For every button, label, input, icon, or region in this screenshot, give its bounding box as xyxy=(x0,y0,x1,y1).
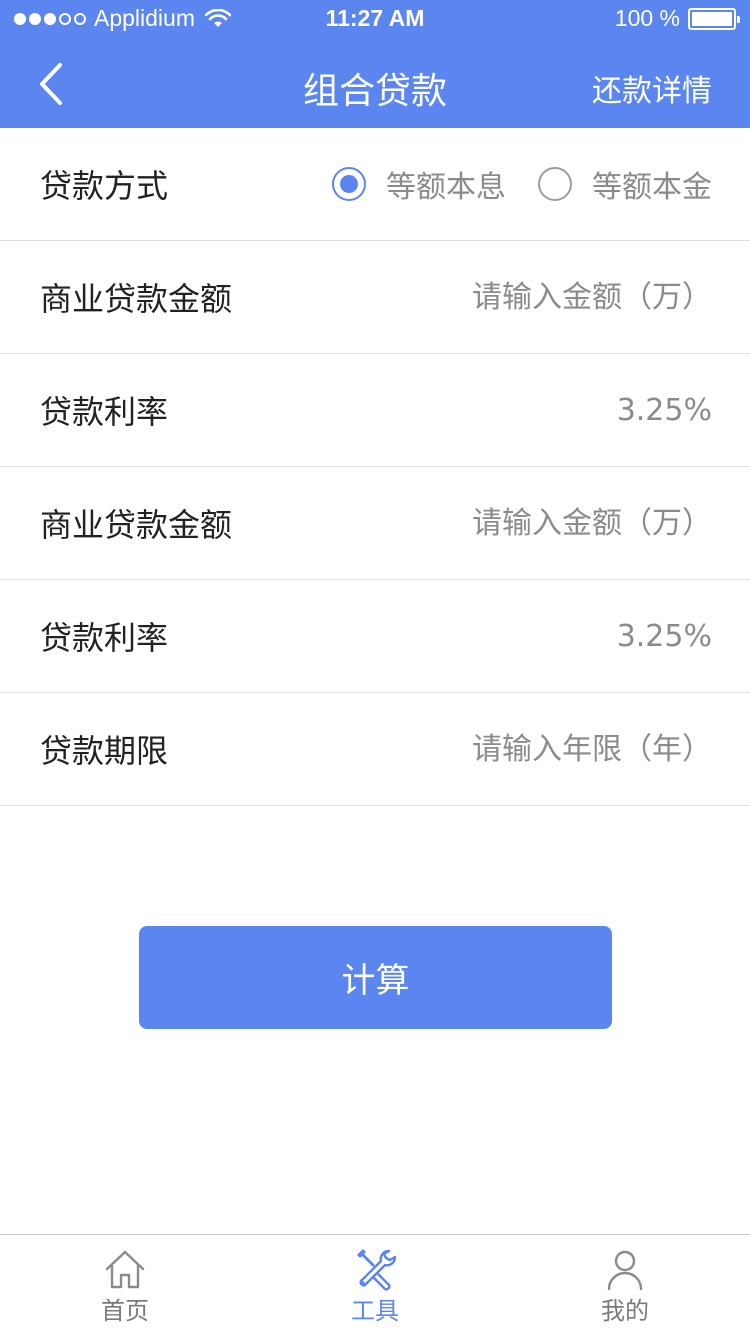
nav-bar: 组合贷款 还款详情 xyxy=(0,40,750,128)
home-icon xyxy=(105,1250,145,1289)
loan-rate-row: 贷款利率 3.25% xyxy=(0,354,750,467)
commercial-amount-row-2: 商业贷款金额 xyxy=(0,467,750,580)
status-bar: Applidium 11:27 AM 100 % xyxy=(0,0,750,40)
loan-rate-label: 贷款利率 xyxy=(40,393,169,431)
repayment-details-link[interactable]: 还款详情 xyxy=(592,66,712,110)
tab-label: 我的 xyxy=(601,1297,649,1325)
radio-checked-icon[interactable] xyxy=(332,167,366,201)
status-right: 100 % xyxy=(614,5,740,32)
loan-rate-value[interactable]: 3.25% xyxy=(617,393,712,428)
radio-label: 等额本息 xyxy=(386,170,506,205)
loan-method-label: 贷款方式 xyxy=(40,167,169,205)
calculate-button[interactable]: 计算 xyxy=(139,926,612,1029)
radio-equal-installment[interactable]: 等额本息 xyxy=(332,162,506,206)
loan-form: 贷款方式 等额本息 等额本金 商业贷款金额 贷款利率 3.25% 商业贷款金额 xyxy=(0,128,750,806)
commercial-amount-label: 商业贷款金额 xyxy=(40,280,233,318)
commercial-amount-row: 商业贷款金额 xyxy=(0,241,750,354)
screen: Applidium 11:27 AM 100 % 组合贷款 还款详情 贷款方式 … xyxy=(0,0,750,1330)
radio-unchecked-icon[interactable] xyxy=(538,167,572,201)
battery-icon xyxy=(688,7,740,30)
loan-rate-value-2[interactable]: 3.25% xyxy=(617,619,712,654)
user-icon xyxy=(607,1250,643,1291)
header: Applidium 11:27 AM 100 % 组合贷款 还款详情 xyxy=(0,0,750,128)
loan-term-input[interactable] xyxy=(412,731,712,767)
tab-home[interactable]: 首页 xyxy=(0,1235,250,1330)
tab-bar: 首页 工具 我的 xyxy=(0,1234,750,1330)
commercial-amount-label-2: 商业贷款金额 xyxy=(40,506,233,544)
battery-percent: 100 % xyxy=(614,5,680,31)
commercial-amount-input[interactable] xyxy=(412,279,712,315)
radio-label: 等额本金 xyxy=(592,170,712,205)
loan-term-label: 贷款期限 xyxy=(40,732,169,770)
tab-mine[interactable]: 我的 xyxy=(500,1235,750,1330)
tab-label: 工具 xyxy=(351,1297,399,1325)
tab-label: 首页 xyxy=(101,1297,149,1325)
commercial-amount-input-2[interactable] xyxy=(412,505,712,541)
radio-equal-principal[interactable]: 等额本金 xyxy=(538,162,712,206)
tools-icon xyxy=(357,1249,397,1291)
loan-term-row: 贷款期限 xyxy=(0,693,750,806)
tab-tools[interactable]: 工具 xyxy=(250,1235,500,1330)
loan-rate-row-2: 贷款利率 3.25% xyxy=(0,580,750,693)
loan-method-radio-group: 等额本息 等额本金 xyxy=(300,162,712,206)
loan-rate-label-2: 贷款利率 xyxy=(40,619,169,657)
loan-method-row: 贷款方式 等额本息 等额本金 xyxy=(0,128,750,241)
